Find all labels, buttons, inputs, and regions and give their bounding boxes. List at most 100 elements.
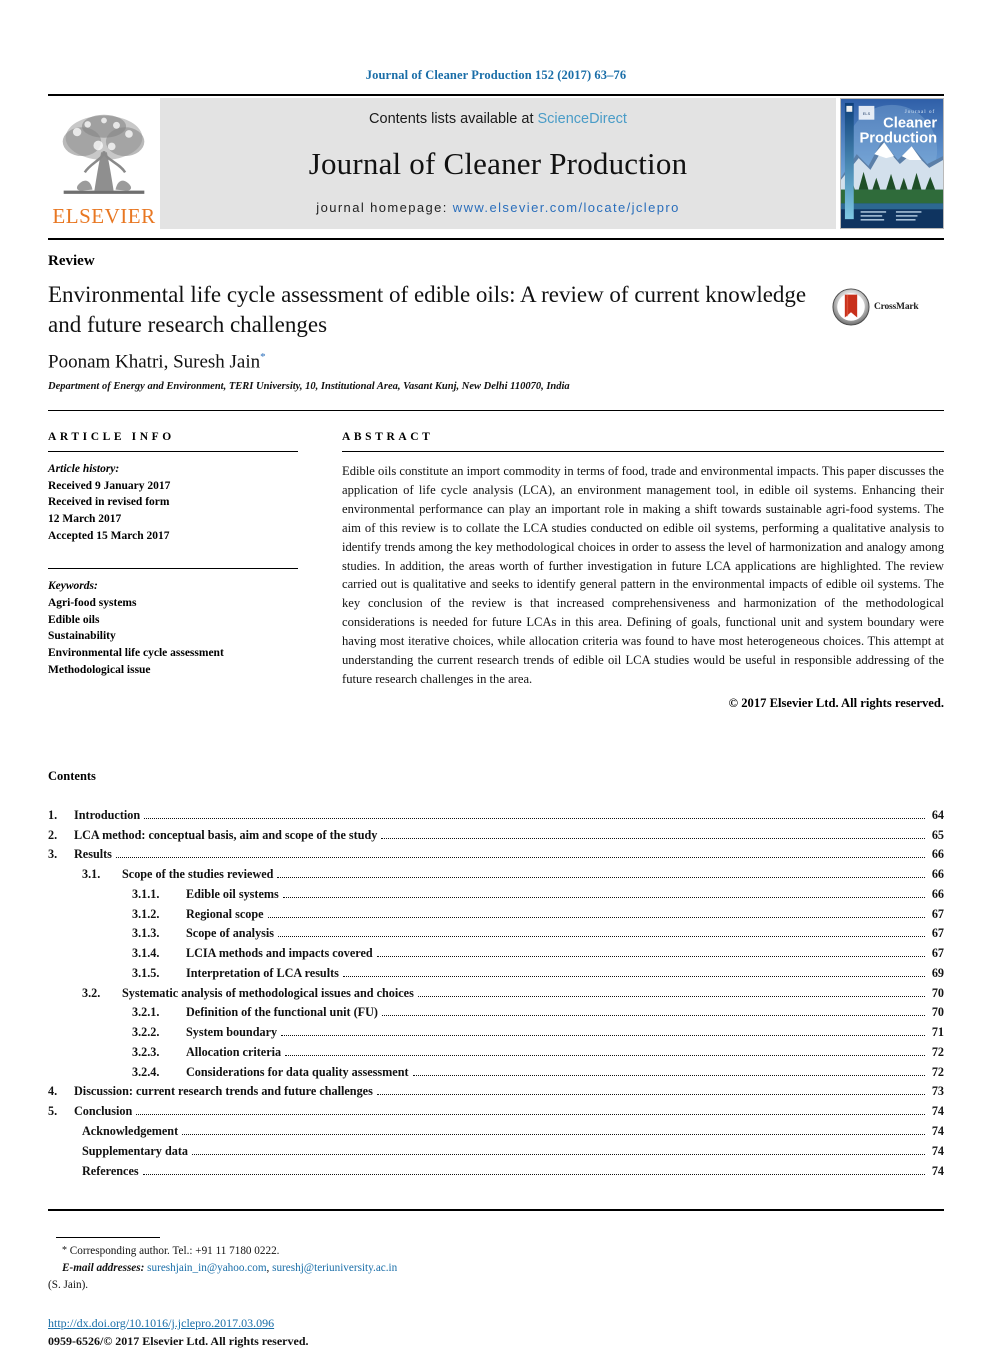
toc-entry-number: 3.2.	[82, 985, 101, 1000]
issn-copyright-line: 0959-6526/© 2017 Elsevier Ltd. All right…	[48, 1333, 309, 1348]
toc-entry-page: 66	[931, 886, 944, 901]
toc-entry-label: Scope of the studies reviewed	[122, 867, 274, 882]
sciencedirect-link[interactable]: ScienceDirect	[538, 111, 627, 127]
toc-leader-dots	[191, 1153, 925, 1155]
homepage-prefix: journal homepage:	[316, 200, 453, 215]
toc-entry[interactable]: 2. LCA method: conceptual basis, aim and …	[48, 826, 944, 846]
email-attribution: (S. Jain).	[48, 1278, 89, 1291]
doi-link[interactable]: http://dx.doi.org/10.1016/j.jclepro.2017…	[48, 1316, 944, 1331]
toc-entry-label: Definition of the functional unit (FU)	[186, 1005, 378, 1020]
toc-entry-number: 5.	[48, 1104, 58, 1119]
toc-leader-dots	[182, 1133, 925, 1135]
history-line: 12 March 2017	[48, 513, 122, 526]
toc-entry[interactable]: 3.2. Systematic analysis of methodologica…	[48, 984, 944, 1004]
contents-available-line: Contents lists available at ScienceDirec…	[369, 111, 627, 127]
toc-entry-page: 67	[931, 926, 944, 941]
toc-entry[interactable]: 3.1.4. LCIA methods and impacts covered 67	[48, 944, 944, 964]
header-divider	[48, 94, 944, 96]
toc-entry-number: 3.	[48, 847, 58, 862]
toc-entry-label: Conclusion	[74, 1104, 133, 1119]
elsevier-tree-icon	[62, 114, 145, 194]
toc-entry[interactable]: 3.2.1. Definition of the functional unit …	[48, 1003, 944, 1023]
article-info-rule	[48, 451, 298, 453]
toc-entry-label: System boundary	[186, 1025, 278, 1040]
toc-entry-number: 1.	[48, 807, 58, 822]
email-link-2[interactable]: sureshj@teriuniversity.ac.in	[272, 1262, 397, 1274]
toc-entry-number: 3.2.3.	[132, 1044, 160, 1059]
toc-entry-page: 67	[931, 906, 944, 921]
email-label: E-mail addresses:	[62, 1262, 145, 1275]
toc-entry[interactable]: Supplementary data 74	[48, 1142, 944, 1162]
toc-entry[interactable]: 3.1. Scope of the studies reviewed 66	[48, 865, 944, 885]
toc-entry-label: Scope of analysis	[186, 926, 275, 941]
article-type: Review	[48, 253, 95, 269]
toc-entry[interactable]: 3.1.2. Regional scope 67	[48, 905, 944, 925]
toc-entry-label: Regional scope	[186, 906, 264, 921]
keyword-item: Methodological issue	[48, 663, 151, 676]
toc-leader-dots	[115, 857, 925, 859]
toc-leader-dots	[144, 817, 925, 819]
toc-entry-page: 72	[931, 1064, 944, 1079]
article-info-heading: ARTICLE INFO	[48, 431, 175, 444]
toc-entry[interactable]: 3.1.3. Scope of analysis 67	[48, 924, 944, 944]
toc-leader-dots	[267, 916, 925, 918]
article-info-column: ARTICLE INFO Article history: Received 9…	[48, 431, 298, 711]
toc-leader-dots	[376, 1094, 925, 1096]
corresponding-author-marker: *	[260, 350, 266, 363]
toc-entry-label: Interpretation of LCA results	[186, 965, 339, 980]
history-line: Received in revised form	[48, 496, 170, 509]
history-line: Accepted 15 March 2017	[48, 529, 170, 542]
toc-leader-dots	[376, 956, 925, 958]
footnote-marker: *	[62, 1245, 67, 1257]
toc-entry-label: Edible oil systems	[186, 886, 279, 901]
toc-entry[interactable]: 3.2.2. System boundary 71	[48, 1023, 944, 1043]
toc-entry-number: 3.2.4.	[132, 1064, 160, 1079]
toc-entry[interactable]: 3.1.1. Edible oil systems 66	[48, 885, 944, 905]
toc-entry-page: 73	[931, 1084, 944, 1099]
abstract-rule	[342, 451, 944, 453]
toc-entry-page: 67	[931, 946, 944, 961]
svg-text:Journal of: Journal of	[905, 108, 935, 115]
toc-leader-dots	[277, 877, 925, 879]
toc-entry[interactable]: 1. Introduction 64	[48, 806, 944, 826]
toc-entry-number: 3.2.1.	[132, 1005, 160, 1020]
toc-entry-number: 3.1.4.	[132, 946, 160, 961]
keyword-item: Edible oils	[48, 613, 100, 626]
toc-entry-number: 3.1.	[82, 867, 101, 882]
toc-entry-page: 66	[931, 867, 944, 882]
toc-entry-number: 3.1.2.	[132, 906, 160, 921]
toc-entry[interactable]: 5. Conclusion 74	[48, 1102, 944, 1122]
email-link-1[interactable]: sureshjain_in@yahoo.com	[147, 1262, 266, 1274]
journal-homepage-link[interactable]: www.elsevier.com/locate/jclepro	[453, 200, 680, 215]
toc-entry[interactable]: 3.2.3. Allocation criteria 72	[48, 1043, 944, 1063]
toc-entry[interactable]: 3.2.4. Considerations for data quality as…	[48, 1063, 944, 1083]
masthead-band: Contents lists available at ScienceDirec…	[160, 98, 836, 229]
toc-entry-label: Systematic analysis of methodological is…	[122, 985, 414, 1000]
svg-text:Cleaner: Cleaner	[883, 116, 937, 132]
corresponding-author-text: Corresponding author. Tel.: +91 11 7180 …	[69, 1245, 280, 1258]
article-history-label: Article history:	[48, 463, 120, 476]
toc-entry-number: 4.	[48, 1084, 58, 1099]
crossmark-label: CrossMark	[874, 302, 919, 312]
toc-entry[interactable]: 3. Results 66	[48, 845, 944, 865]
elsevier-wordmark: ELSEVIER	[52, 204, 156, 228]
toc-entry[interactable]: Acknowledgement 74	[48, 1122, 944, 1142]
author-names: Poonam Khatri, Suresh Jain	[48, 351, 261, 373]
crossmark-icon	[832, 288, 870, 326]
svg-text:Production: Production	[860, 130, 938, 146]
toc-entry-page: 74	[931, 1143, 944, 1158]
abstract-text: Edible oils constitute an import commodi…	[342, 464, 944, 686]
toc-leader-dots	[285, 1054, 925, 1056]
toc-entry[interactable]: 3.1.5. Interpretation of LCA results 69	[48, 964, 944, 984]
toc-entry[interactable]: References 74	[48, 1162, 944, 1182]
toc-leader-dots	[381, 1015, 925, 1017]
toc-entry[interactable]: 4. Discussion: current research trends an…	[48, 1082, 944, 1102]
toc-entry-label: Acknowledgement	[82, 1123, 179, 1138]
toc-entry-page: 71	[931, 1025, 944, 1040]
toc-leader-dots	[281, 1035, 925, 1037]
journal-cover-art: ELS Journal of Cleaner Production	[841, 99, 943, 228]
abstract-heading: ABSTRACT	[342, 431, 434, 444]
toc-leader-dots	[142, 1173, 925, 1175]
toc-entry-page: 66	[931, 847, 944, 862]
crossmark-badge[interactable]: CrossMark	[832, 288, 944, 326]
